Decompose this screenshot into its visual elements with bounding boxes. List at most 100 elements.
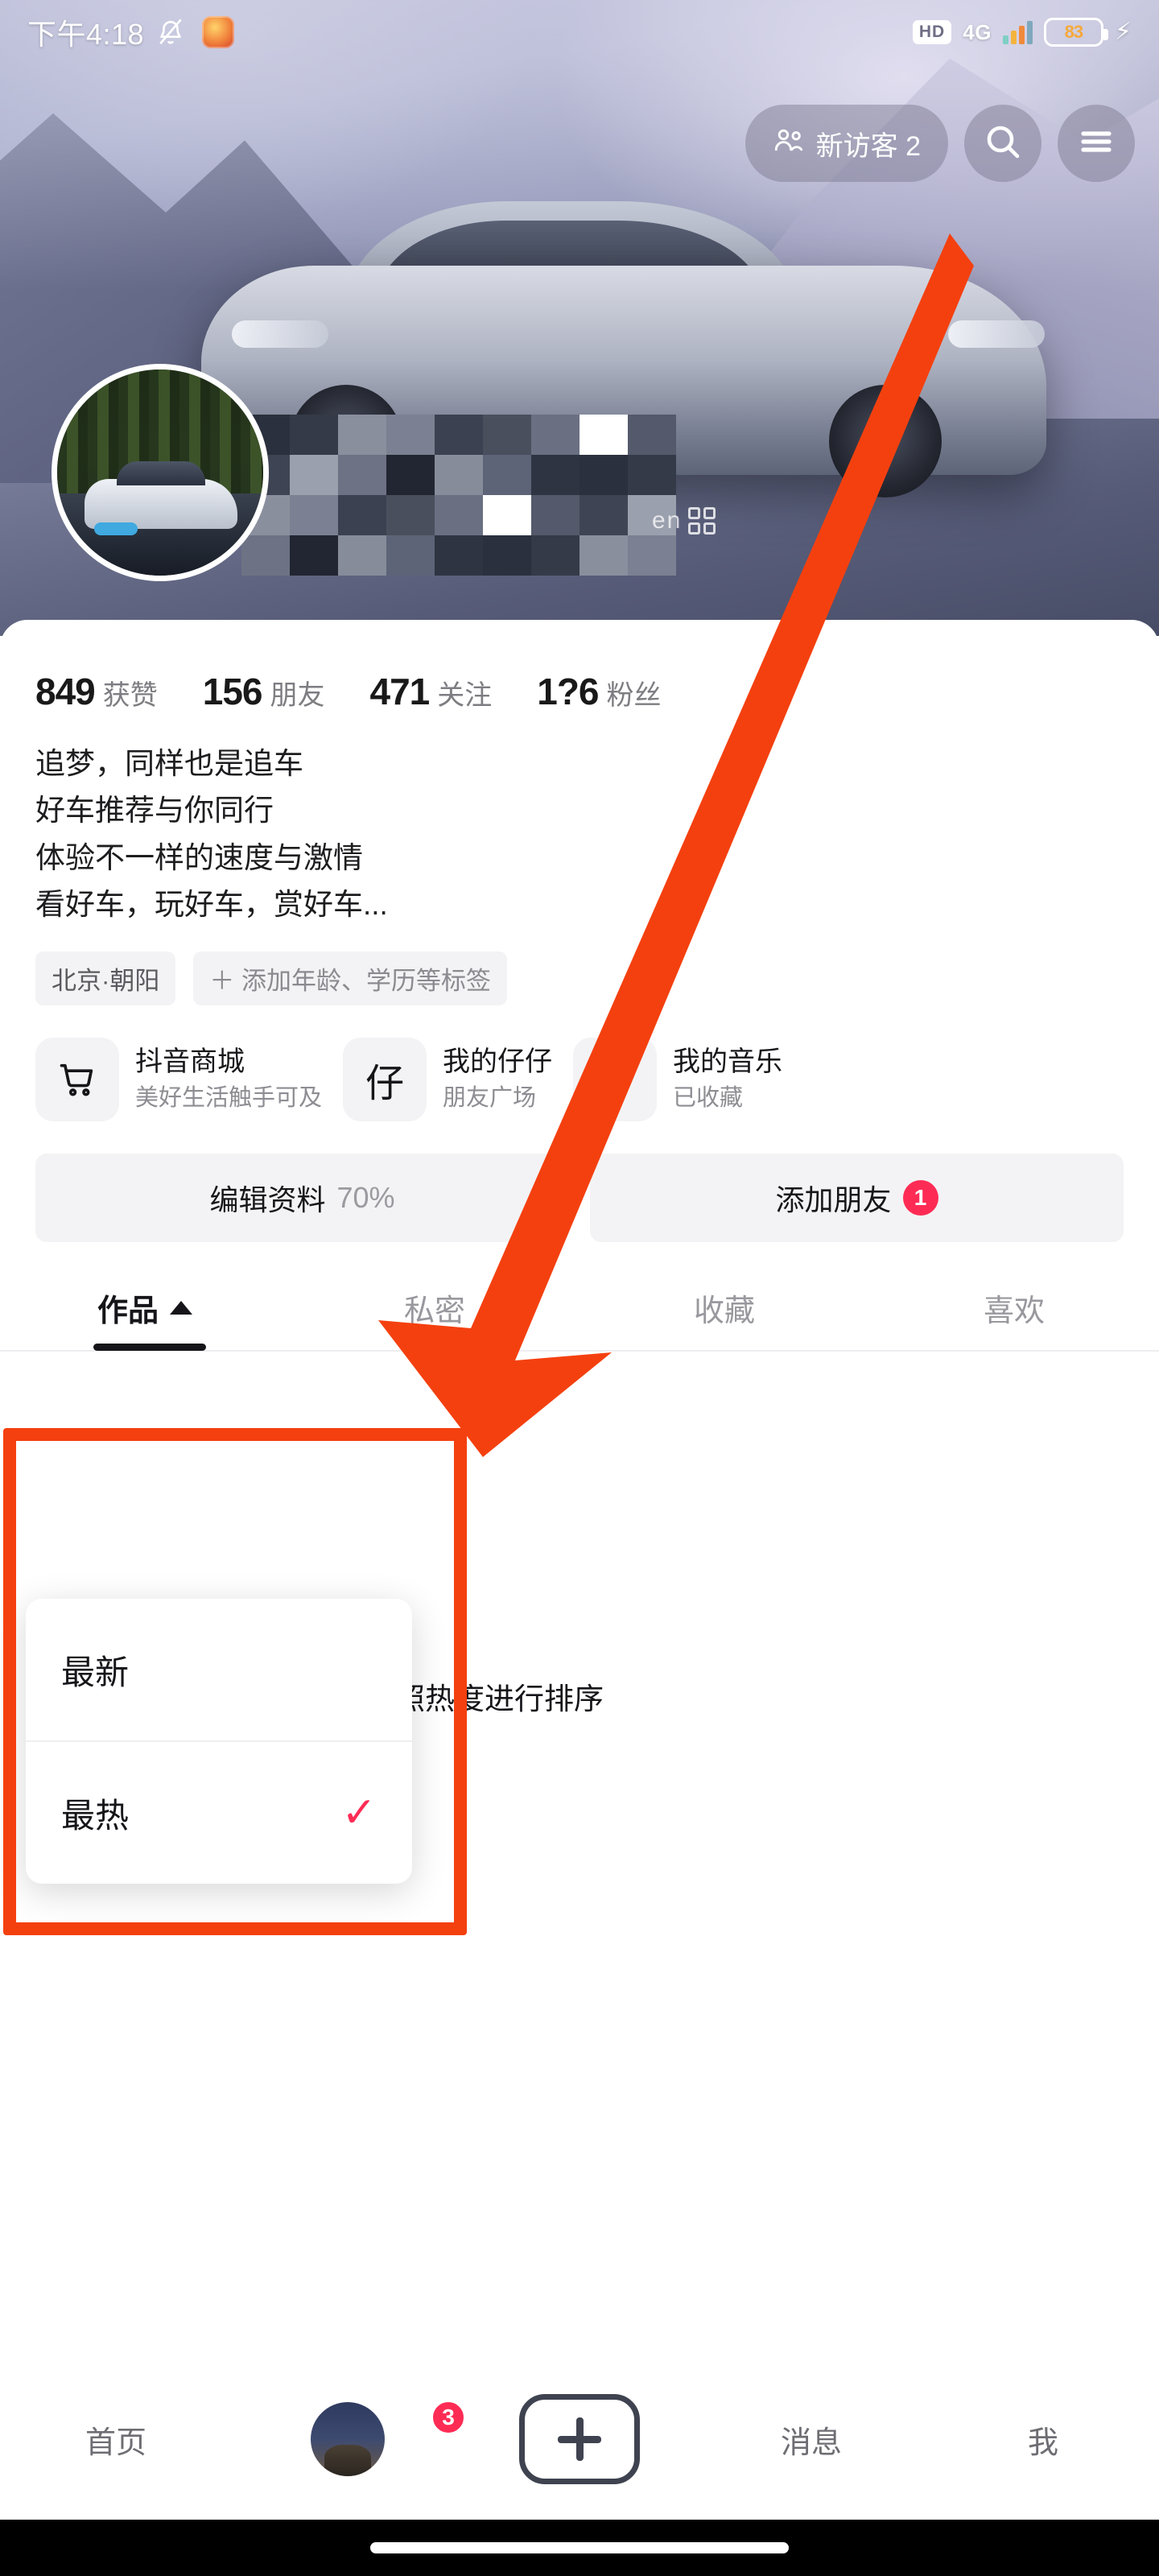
mosaic-block bbox=[386, 455, 435, 495]
plus-icon bbox=[519, 2394, 640, 2484]
shortcut-zaizai[interactable]: 仔 我的仔仔 朋友广场 bbox=[343, 1037, 552, 1121]
cover-car-taillight bbox=[948, 320, 1045, 348]
shortcut-mall[interactable]: 抖音商城 美好生活触手可及 bbox=[35, 1037, 322, 1121]
nav-create[interactable] bbox=[464, 2394, 695, 2484]
sort-option-hottest[interactable]: 最热 ✓ bbox=[26, 1742, 412, 1884]
stat-likes[interactable]: 849 获赞 bbox=[35, 670, 158, 713]
status-bar: 下午4:18 HD 4G 83 ⚡ bbox=[0, 0, 1159, 64]
app-badge-icon bbox=[202, 16, 235, 48]
nav-home[interactable]: 首页 bbox=[0, 2417, 232, 2462]
signal-bars-icon bbox=[1002, 20, 1033, 44]
check-icon: ✓ bbox=[341, 1790, 377, 1836]
shortcut-music[interactable]: 我的音乐 已收藏 bbox=[573, 1037, 783, 1121]
tab-works[interactable]: 作品 bbox=[0, 1286, 290, 1330]
visitors-button[interactable]: 新访客 2 bbox=[744, 105, 948, 182]
status-bar-right: HD 4G 83 ⚡ bbox=[912, 18, 1132, 47]
mosaic-block bbox=[580, 535, 628, 576]
mosaic-block bbox=[483, 415, 531, 455]
avatar[interactable] bbox=[52, 364, 269, 581]
qr-label: en bbox=[652, 507, 683, 534]
mosaic-block bbox=[290, 535, 338, 576]
bio-line-2: 好车推荐与你同行 bbox=[35, 794, 274, 828]
stat-friends[interactable]: 156 朋友 bbox=[203, 670, 325, 713]
stat-following[interactable]: 471 关注 bbox=[370, 670, 493, 713]
shortcut-mall-subtitle: 美好生活触手可及 bbox=[135, 1085, 323, 1112]
visitors-label: 新访客 2 bbox=[815, 130, 921, 162]
zai-glyph-icon: 仔 bbox=[343, 1037, 427, 1121]
mosaic-block bbox=[531, 455, 580, 495]
profile-bio[interactable]: 追梦，同样也是追车 好车推荐与你同行 体验不一样的速度与激情 看好车，玩好车，赏… bbox=[0, 713, 1159, 929]
bell-muted-icon bbox=[157, 17, 184, 47]
profile-stats: 849 获赞 156 朋友 471 关注 1?6 粉丝 bbox=[0, 620, 1159, 713]
lightning-bolt-icon: ⚡ bbox=[1114, 19, 1132, 45]
tab-private[interactable]: 私密 bbox=[290, 1286, 580, 1330]
edit-profile-percent: 70% bbox=[336, 1180, 395, 1214]
profile-actions: 编辑资料 70% 添加朋友 1 bbox=[0, 1121, 1159, 1242]
bio-line-4: 看好车，玩好车，赏好车... bbox=[35, 888, 388, 922]
avatar-car-glow bbox=[94, 522, 138, 535]
mosaic-block bbox=[338, 415, 386, 455]
battery-level: 83 bbox=[1064, 22, 1084, 42]
nav-messages[interactable]: 消息 bbox=[695, 2417, 927, 2462]
stat-likes-label: 获赞 bbox=[102, 680, 158, 711]
cover-action-bar: 新访客 2 bbox=[744, 105, 1135, 182]
cover-car-headlight bbox=[232, 320, 328, 348]
sort-dropdown[interactable]: 最新 最热 ✓ bbox=[26, 1599, 412, 1884]
shortcut-mall-title: 抖音商城 bbox=[135, 1046, 245, 1078]
network-label: 4G bbox=[963, 19, 992, 44]
add-friend-badge: 1 bbox=[902, 1179, 938, 1216]
stat-likes-value: 849 bbox=[35, 671, 96, 712]
sort-option-newest-label: 最新 bbox=[61, 1653, 130, 1691]
location-tag[interactable]: 北京·朝阳 bbox=[35, 951, 176, 1005]
hd-icon: HD bbox=[912, 19, 952, 45]
tab-private-label: 私密 bbox=[403, 1294, 465, 1328]
bio-line-3: 体验不一样的速度与激情 bbox=[35, 840, 363, 874]
profile-sheet: 849 获赞 156 朋友 471 关注 1?6 粉丝 追梦，同样也是追车 好车… bbox=[0, 620, 1159, 2576]
mosaic-block bbox=[290, 415, 338, 455]
mosaic-block bbox=[338, 455, 386, 495]
mosaic-block bbox=[628, 415, 676, 455]
stat-followers[interactable]: 1?6 粉丝 bbox=[537, 670, 661, 713]
nav-friends-badge: 3 bbox=[430, 2399, 467, 2436]
profile-shortcuts: 抖音商城 美好生活触手可及 仔 我的仔仔 朋友广场 我的音乐 已收藏 bbox=[0, 1005, 1159, 1121]
tab-works-label: 作品 bbox=[97, 1294, 159, 1328]
nav-messages-label: 消息 bbox=[780, 2425, 842, 2460]
menu-button[interactable] bbox=[1058, 105, 1135, 182]
shortcut-music-title: 我的音乐 bbox=[673, 1046, 783, 1078]
profile-tags: 北京·朝阳 ＋ 添加年龄、学历等标签 bbox=[0, 929, 1159, 1005]
mosaic-block bbox=[386, 535, 435, 576]
search-icon bbox=[984, 122, 1022, 165]
mosaic-block bbox=[628, 535, 676, 576]
mosaic-block bbox=[290, 495, 338, 535]
battery-icon: 83 bbox=[1043, 18, 1108, 47]
caret-up-icon bbox=[170, 1300, 192, 1315]
home-indicator bbox=[0, 2520, 1159, 2576]
sort-option-newest[interactable]: 最新 bbox=[26, 1599, 412, 1740]
qr-code-button[interactable]: en bbox=[652, 507, 716, 535]
mosaic-block bbox=[338, 495, 386, 535]
add-tag-button[interactable]: ＋ 添加年龄、学历等标签 bbox=[193, 951, 507, 1005]
bio-line-1: 追梦，同样也是追车 bbox=[35, 747, 303, 780]
tab-active-underline bbox=[93, 1343, 206, 1351]
add-friend-button[interactable]: 添加朋友 1 bbox=[590, 1153, 1124, 1242]
search-button[interactable] bbox=[964, 105, 1041, 182]
status-bar-time: 下午4:18 bbox=[27, 18, 145, 51]
shortcut-music-subtitle: 已收藏 bbox=[673, 1085, 744, 1112]
shortcut-zaizai-subtitle: 朋友广场 bbox=[443, 1085, 537, 1112]
mosaic-block bbox=[483, 535, 531, 576]
bottom-nav: 首页 3 消息 我 bbox=[0, 2359, 1159, 2520]
nav-me[interactable]: 我 bbox=[927, 2417, 1159, 2462]
nav-home-label: 首页 bbox=[85, 2425, 146, 2460]
app-root: 下午4:18 HD 4G 83 ⚡ 新访客 2 en 849 获赞 156 朋友… bbox=[0, 0, 1159, 2576]
nav-friends[interactable]: 3 bbox=[232, 2399, 467, 2476]
tab-favorites[interactable]: 收藏 bbox=[580, 1286, 869, 1330]
shortcut-mall-text: 抖音商城 美好生活触手可及 bbox=[135, 1044, 322, 1114]
stat-following-value: 471 bbox=[369, 671, 431, 712]
shopping-cart-icon bbox=[35, 1037, 119, 1121]
stat-following-label: 关注 bbox=[437, 680, 493, 711]
edit-profile-button[interactable]: 编辑资料 70% bbox=[35, 1153, 569, 1242]
friends-avatar-icon bbox=[311, 2402, 385, 2476]
tab-likes[interactable]: 喜欢 bbox=[869, 1286, 1159, 1330]
avatar-car bbox=[85, 461, 237, 529]
shortcut-zaizai-text: 我的仔仔 朋友广场 bbox=[443, 1044, 552, 1114]
